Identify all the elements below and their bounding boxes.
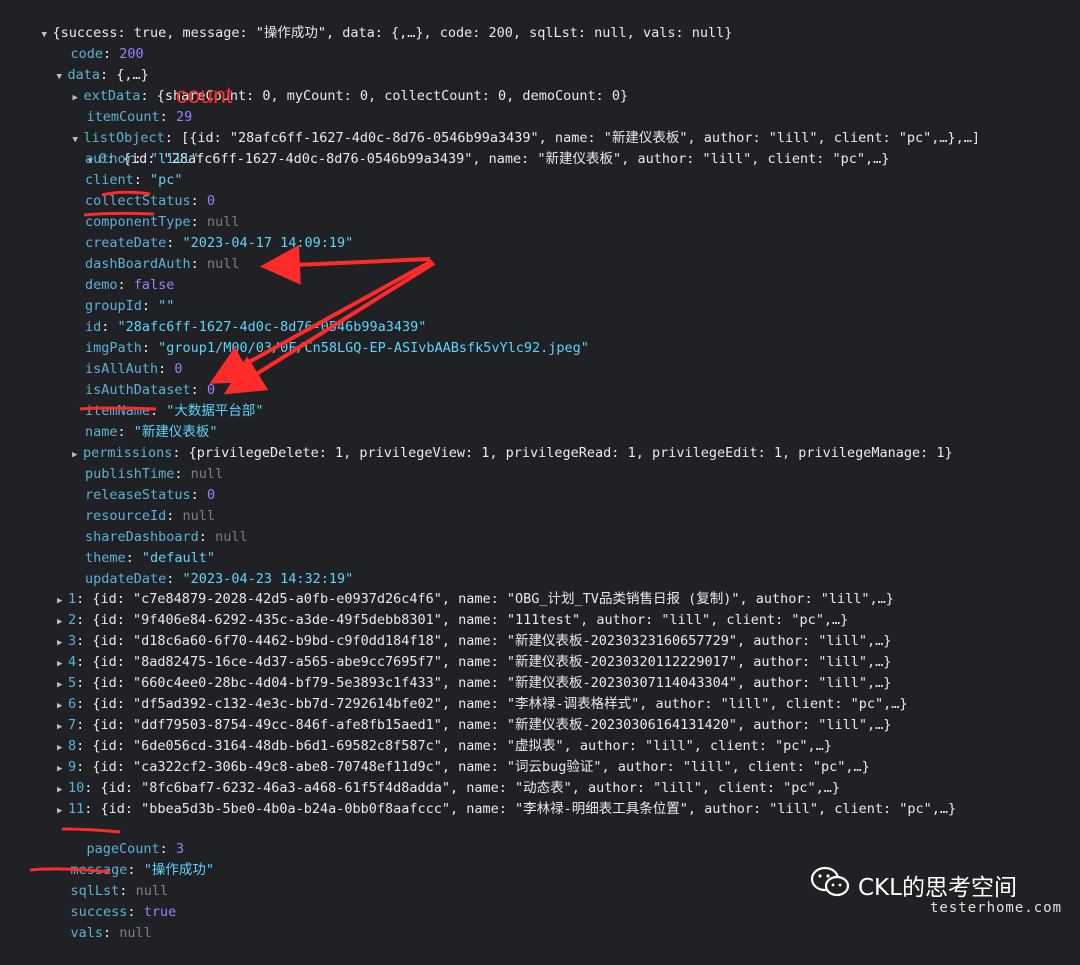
watermark-site: testerhome.com xyxy=(930,900,1063,916)
watermark-brand: CKL的思考空间 xyxy=(858,875,1017,901)
underline-message xyxy=(29,867,111,874)
underline-collectstatus xyxy=(83,211,155,217)
arrow-isallauth xyxy=(209,259,433,384)
underline-itemname xyxy=(79,406,157,411)
arrow-dashboardauth xyxy=(260,244,431,285)
arrow-isauthdataset xyxy=(223,261,436,395)
underline-client xyxy=(101,190,151,197)
wechat-icon xyxy=(810,866,850,898)
underline-pagecount xyxy=(61,827,121,834)
red-annotation-overlay xyxy=(29,190,436,874)
